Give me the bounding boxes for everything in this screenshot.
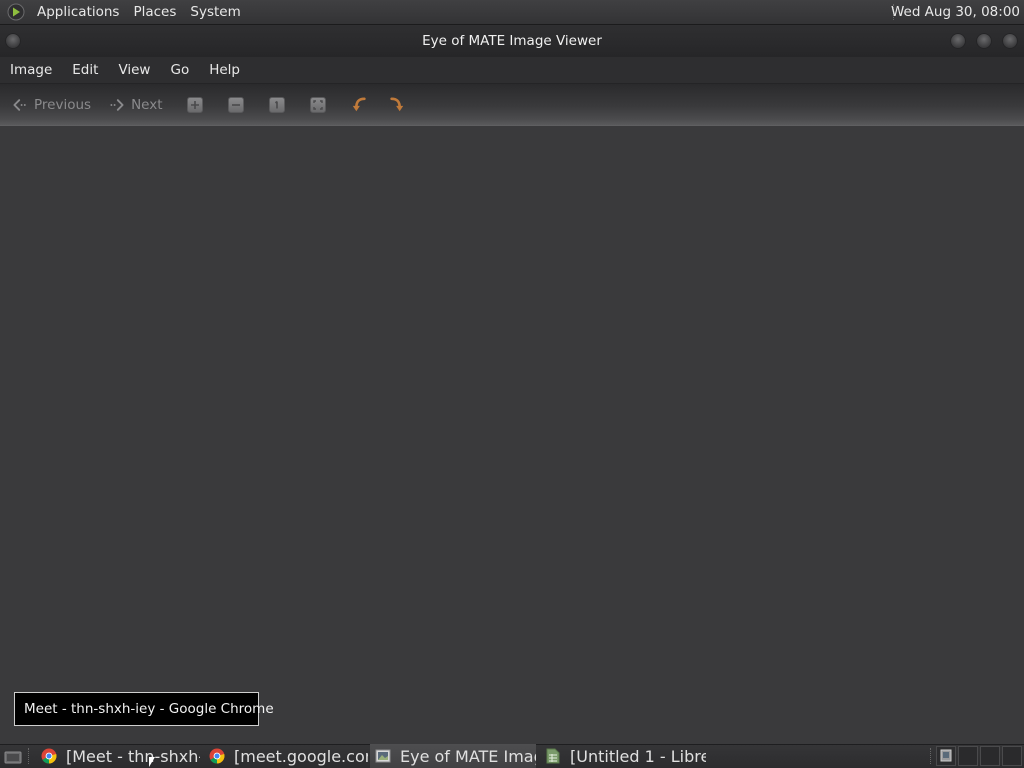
zoom-out-button[interactable] — [222, 90, 250, 120]
zoom-fit-icon — [309, 96, 326, 113]
places-menu[interactable]: Places — [126, 0, 183, 24]
workspace-1[interactable] — [936, 746, 956, 766]
zoom-in-button[interactable] — [181, 90, 209, 120]
workspace-3[interactable] — [980, 746, 1000, 766]
rotate-left-icon — [351, 96, 367, 113]
menu-go[interactable]: Go — [160, 57, 199, 83]
applications-menu[interactable]: Applications — [30, 0, 126, 24]
top-panel: Applications Places System Wed Aug 30, 0… — [0, 0, 1024, 24]
arrow-right-icon — [109, 97, 125, 113]
task-meet-google-chrome[interactable]: [meet.google.com i... — [204, 744, 368, 768]
previous-label: Previous — [34, 96, 92, 113]
workspace-2[interactable] — [958, 746, 978, 766]
task-meet-chrome[interactable]: [Meet - thn-shxh-ie... — [36, 744, 200, 768]
menubar: Image Edit View Go Help — [0, 57, 1024, 84]
zoom-out-icon — [227, 96, 244, 113]
clock[interactable]: Wed Aug 30, 08:00 — [891, 0, 1020, 24]
arrow-left-icon — [12, 97, 28, 113]
previous-button[interactable]: Previous — [6, 90, 97, 120]
task-label: [Untitled 1 - LibreOf... — [570, 746, 706, 766]
zoom-normal-button[interactable] — [263, 90, 291, 120]
next-button[interactable]: Next — [103, 90, 168, 120]
taskbar-tooltip: Meet - thn-shxh-iey - Google Chrome — [14, 692, 274, 726]
chrome-icon — [40, 747, 58, 765]
minimize-button[interactable] — [950, 33, 966, 49]
panel-handle[interactable] — [930, 748, 931, 764]
window-title: Eye of MATE Image Viewer — [422, 33, 602, 49]
system-menu[interactable]: System — [183, 0, 247, 24]
maximize-button[interactable] — [976, 33, 992, 49]
window-titlebar[interactable]: Eye of MATE Image Viewer — [0, 24, 1024, 57]
zoom-fit-button[interactable] — [304, 90, 332, 120]
task-libreoffice[interactable]: [Untitled 1 - LibreOf... — [540, 744, 706, 768]
next-label: Next — [131, 96, 163, 113]
rotate-left-button[interactable] — [345, 90, 373, 120]
image-view-area[interactable] — [0, 126, 1024, 742]
image-viewer-icon — [374, 747, 392, 765]
menu-view[interactable]: View — [108, 57, 160, 83]
rotate-right-icon — [389, 96, 405, 113]
workspace-4[interactable] — [1002, 746, 1022, 766]
chrome-icon — [208, 747, 226, 765]
zoom-normal-icon — [268, 96, 285, 113]
task-label: [meet.google.com i... — [234, 746, 368, 766]
mouse-cursor — [149, 757, 155, 767]
toolbar: Previous Next — [0, 84, 1024, 126]
panel-handle[interactable] — [28, 748, 29, 764]
mate-logo-icon[interactable] — [4, 0, 28, 24]
zoom-in-icon — [186, 96, 203, 113]
menu-help[interactable]: Help — [199, 57, 250, 83]
task-label: Eye of MATE Image ... — [400, 746, 536, 766]
menu-edit[interactable]: Edit — [62, 57, 108, 83]
spreadsheet-icon — [544, 747, 562, 765]
show-desktop-icon[interactable] — [2, 746, 24, 768]
task-label: [Meet - thn-shxh-ie... — [66, 746, 200, 766]
rotate-right-button[interactable] — [383, 90, 411, 120]
task-image-viewer[interactable]: Eye of MATE Image ... — [370, 744, 536, 768]
close-button[interactable] — [1002, 33, 1018, 49]
menu-image[interactable]: Image — [0, 57, 62, 83]
